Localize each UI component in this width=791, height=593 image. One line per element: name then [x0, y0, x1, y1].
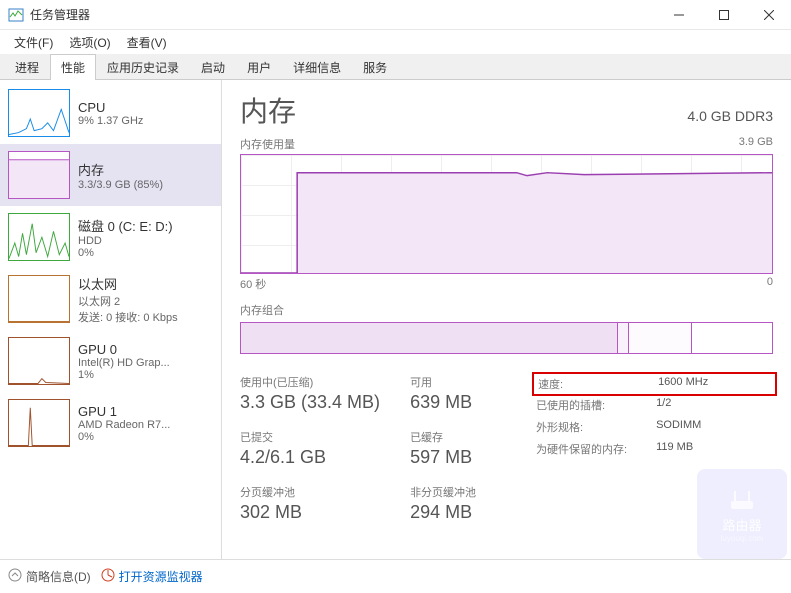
usage-chart-label: 内存使用量: [240, 136, 295, 152]
composition-label: 内存组合: [240, 302, 773, 318]
menubar: 文件(F) 选项(O) 查看(V): [0, 30, 791, 54]
nonpaged-value: 294 MB: [410, 502, 476, 523]
watermark: 路由器 luyouqi.com: [697, 469, 787, 559]
maximize-button[interactable]: [701, 0, 746, 29]
chevron-up-icon: [8, 568, 22, 585]
tab-services[interactable]: 服务: [352, 54, 398, 80]
tabbar: 进程 性能 应用历史记录 启动 用户 详细信息 服务: [0, 54, 791, 80]
sidebar-detail-ethernet-adapter: 以太网 2: [78, 293, 213, 309]
sidebar-detail-memory: 3.3/3.9 GB (85%): [78, 179, 213, 191]
sidebar-detail-gpu0-model: Intel(R) HD Grap...: [78, 357, 213, 369]
cached-value: 597 MB: [410, 447, 476, 468]
window-buttons: [656, 0, 791, 29]
stats-row: 使用中(已压缩) 3.3 GB (33.4 MB) 已提交 4.2/6.1 GB 分…: [240, 374, 773, 523]
reserved-label: 为硬件保留的内存:: [536, 441, 656, 457]
footer: 简略信息(D) 打开资源监视器: [0, 559, 791, 593]
info-row-speed: 速度:1600 MHz: [532, 372, 777, 396]
cpu-thumb: [8, 89, 70, 137]
memory-usage-chart: [240, 154, 773, 274]
slots-value: 1/2: [656, 397, 671, 413]
sidebar-item-gpu0[interactable]: GPU 0Intel(R) HD Grap...1%: [0, 330, 221, 392]
gpu1-thumb: [8, 399, 70, 447]
sidebar-label-ethernet: 以太网: [78, 274, 213, 293]
paged-label: 分页缓冲池: [240, 484, 380, 500]
tab-performance[interactable]: 性能: [50, 54, 96, 80]
sidebar-item-memory[interactable]: 内存3.3/3.9 GB (85%): [0, 144, 221, 206]
sidebar-detail-disk-pct: 0%: [78, 247, 213, 259]
nonpaged-label: 非分页缓冲池: [410, 484, 476, 500]
form-label: 外形规格:: [536, 419, 656, 435]
info-row-slots: 已使用的插槽:1/2: [536, 394, 773, 416]
perf-sidebar: CPU9% 1.37 GHz 内存3.3/3.9 GB (85%) 磁盘 0 (…: [0, 80, 222, 559]
sidebar-label-gpu0: GPU 0: [78, 342, 213, 357]
info-row-form: 外形规格:SODIMM: [536, 416, 773, 438]
memory-capacity: 4.0 GB DDR3: [687, 108, 773, 124]
titlebar: 任务管理器: [0, 0, 791, 30]
chart-x-right: 0: [767, 276, 773, 292]
memory-composition-bar: [240, 322, 773, 354]
comp-seg-free: [692, 323, 772, 353]
slots-label: 已使用的插槽:: [536, 397, 656, 413]
reserved-value: 119 MB: [656, 441, 693, 457]
open-resmon[interactable]: 打开资源监视器: [101, 568, 203, 585]
tab-users[interactable]: 用户: [236, 54, 282, 80]
speed-value: 1600 MHz: [658, 376, 708, 392]
disk-thumb: [8, 213, 70, 261]
info-row-reserved: 为硬件保留的内存:119 MB: [536, 438, 773, 460]
sidebar-label-gpu1: GPU 1: [78, 404, 213, 419]
usage-chart-max: 3.9 GB: [739, 136, 773, 152]
tab-details[interactable]: 详细信息: [282, 54, 352, 80]
tab-apphistory[interactable]: 应用历史记录: [96, 54, 190, 80]
sidebar-item-gpu1[interactable]: GPU 1AMD Radeon R7...0%: [0, 392, 221, 454]
comp-seg-standby: [629, 323, 693, 353]
router-icon: [727, 485, 757, 515]
sidebar-item-cpu[interactable]: CPU9% 1.37 GHz: [0, 82, 221, 144]
ethernet-thumb: [8, 275, 70, 323]
sidebar-label-cpu: CPU: [78, 100, 213, 115]
resmon-icon: [101, 568, 115, 585]
sidebar-label-disk: 磁盘 0 (C: E: D:): [78, 216, 213, 235]
sidebar-detail-gpu1-pct: 0%: [78, 431, 213, 443]
sidebar-detail-gpu1-model: AMD Radeon R7...: [78, 419, 213, 431]
memory-thumb: [8, 151, 70, 199]
sidebar-detail-disk-type: HDD: [78, 235, 213, 247]
menu-options[interactable]: 选项(O): [63, 32, 116, 53]
comp-seg-inuse: [241, 323, 618, 353]
content: CPU9% 1.37 GHz 内存3.3/3.9 GB (85%) 磁盘 0 (…: [0, 80, 791, 559]
page-title: 内存: [240, 90, 296, 130]
app-icon: [8, 7, 24, 23]
sidebar-detail-gpu0-pct: 1%: [78, 369, 213, 381]
menu-file[interactable]: 文件(F): [8, 32, 59, 53]
avail-label: 可用: [410, 374, 476, 390]
avail-value: 639 MB: [410, 392, 476, 413]
brief-toggle[interactable]: 简略信息(D): [8, 568, 91, 585]
chart-x-left: 60 秒: [240, 276, 266, 292]
menu-view[interactable]: 查看(V): [121, 32, 173, 53]
watermark-name: 路由器: [722, 515, 761, 534]
tab-startup[interactable]: 启动: [190, 54, 236, 80]
sidebar-detail-ethernet-rate: 发送: 0 接收: 0 Kbps: [78, 309, 213, 325]
watermark-url: luyouqi.com: [721, 534, 764, 543]
window-title: 任务管理器: [30, 6, 656, 23]
form-value: SODIMM: [656, 419, 701, 435]
paged-value: 302 MB: [240, 502, 380, 523]
sidebar-detail-cpu: 9% 1.37 GHz: [78, 115, 213, 127]
resmon-label: 打开资源监视器: [119, 568, 203, 585]
sidebar-label-memory: 内存: [78, 160, 213, 179]
close-button[interactable]: [746, 0, 791, 29]
comp-seg-modified: [618, 323, 629, 353]
inuse-value: 3.3 GB (33.4 MB): [240, 392, 380, 413]
sidebar-item-ethernet[interactable]: 以太网以太网 2发送: 0 接收: 0 Kbps: [0, 268, 221, 330]
speed-label: 速度:: [538, 376, 658, 392]
tab-processes[interactable]: 进程: [4, 54, 50, 80]
committed-label: 已提交: [240, 429, 380, 445]
minimize-button[interactable]: [656, 0, 701, 29]
inuse-label: 使用中(已压缩): [240, 374, 380, 390]
brief-label: 简略信息(D): [26, 568, 91, 585]
cached-label: 已缓存: [410, 429, 476, 445]
sidebar-item-disk[interactable]: 磁盘 0 (C: E: D:)HDD0%: [0, 206, 221, 268]
committed-value: 4.2/6.1 GB: [240, 447, 380, 468]
gpu0-thumb: [8, 337, 70, 385]
